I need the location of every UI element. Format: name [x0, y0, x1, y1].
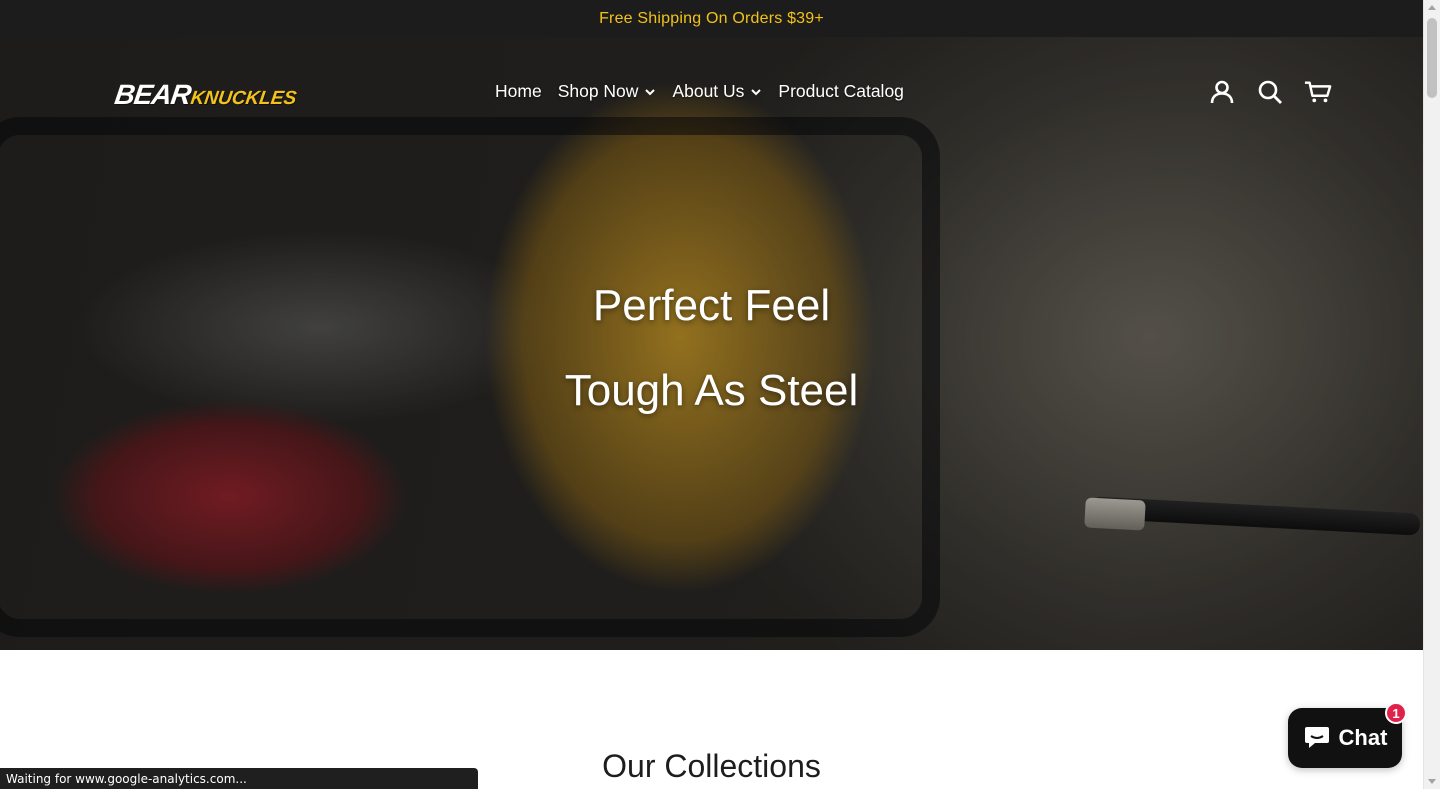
chat-notification-badge: 1: [1385, 702, 1407, 724]
chat-bubble-icon: [1304, 727, 1329, 748]
hero-headline-2: Tough As Steel: [564, 366, 859, 415]
nav-item-about-us[interactable]: About Us: [672, 81, 762, 102]
main-nav: Home Shop Now About Us Product Catalog: [495, 81, 904, 102]
page-scrollbar[interactable]: [1423, 0, 1440, 789]
hero-overlay: [0, 37, 1423, 650]
brand-logo[interactable]: BEAR KNUCKLES: [112, 79, 299, 110]
nav-item-product-catalog[interactable]: Product Catalog: [778, 81, 904, 102]
header-icons: [1208, 78, 1332, 106]
search-icon[interactable]: [1256, 78, 1284, 106]
chat-label: Chat: [1338, 725, 1388, 750]
nav-item-home[interactable]: Home: [495, 81, 542, 102]
nav-item-label: Home: [495, 81, 542, 101]
account-icon[interactable]: [1208, 78, 1236, 106]
hero-banner: [0, 37, 1423, 650]
logo-bear: BEAR: [112, 79, 193, 110]
chevron-down-icon: [645, 88, 656, 95]
browser-status-bar: Waiting for www.google-analytics.com...: [0, 768, 478, 789]
scroll-up-arrow-icon[interactable]: [1428, 5, 1436, 10]
logo-knuckles: KNUCKLES: [189, 88, 298, 109]
nav-item-label: Product Catalog: [778, 81, 904, 101]
scrollbar-thumb[interactable]: [1427, 18, 1437, 98]
announcement-text: Free Shipping On Orders $39+: [599, 9, 824, 27]
nav-item-shop-now[interactable]: Shop Now: [558, 81, 657, 102]
page: Free Shipping On Orders $39+ BEAR KNUCKL…: [0, 0, 1423, 789]
nav-item-label: Shop Now: [557, 81, 639, 101]
hero-headline-1: Perfect Feel: [592, 281, 831, 330]
chevron-down-icon: [751, 88, 762, 95]
scroll-down-arrow-icon[interactable]: [1428, 779, 1436, 784]
announcement-bar: Free Shipping On Orders $39+: [0, 0, 1423, 37]
nav-item-label: About Us: [672, 81, 745, 101]
browser-status-text: Waiting for www.google-analytics.com...: [6, 771, 247, 786]
cart-icon[interactable]: [1304, 78, 1332, 106]
